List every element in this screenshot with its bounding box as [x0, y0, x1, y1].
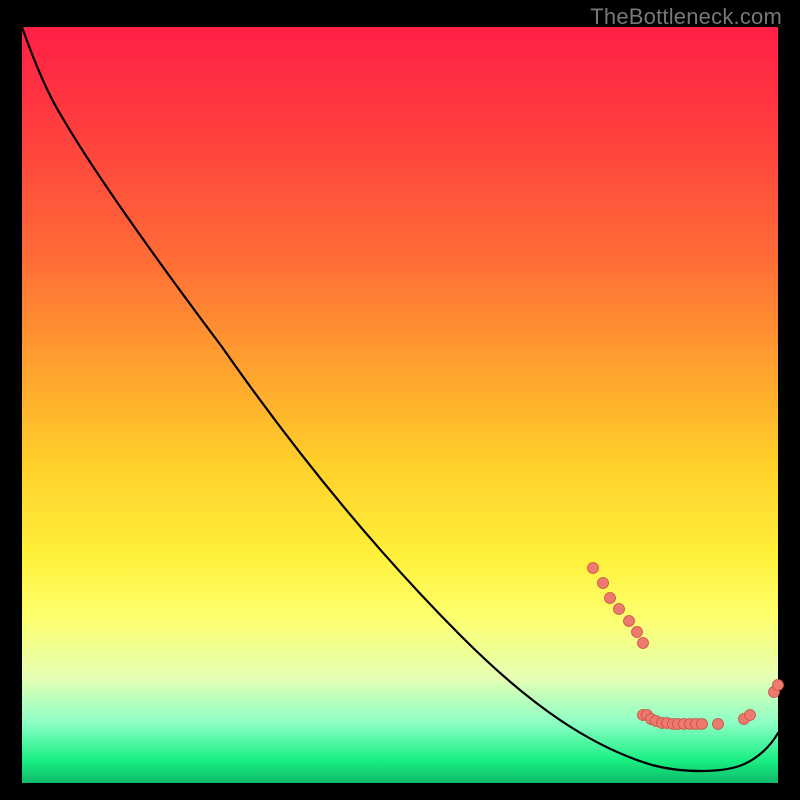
data-point [614, 604, 625, 615]
data-point [697, 719, 708, 730]
data-point [598, 578, 609, 589]
chart-frame: TheBottleneck.com [0, 0, 800, 800]
data-point [773, 680, 784, 691]
data-point [605, 593, 616, 604]
chart-svg [22, 27, 778, 783]
data-point [588, 563, 599, 574]
plot-area [22, 27, 778, 783]
data-point [632, 627, 643, 638]
data-point [624, 616, 635, 627]
marker-group [588, 563, 784, 730]
data-point [713, 719, 724, 730]
data-point [745, 710, 756, 721]
bottleneck-curve [22, 27, 778, 771]
data-point [638, 638, 649, 649]
